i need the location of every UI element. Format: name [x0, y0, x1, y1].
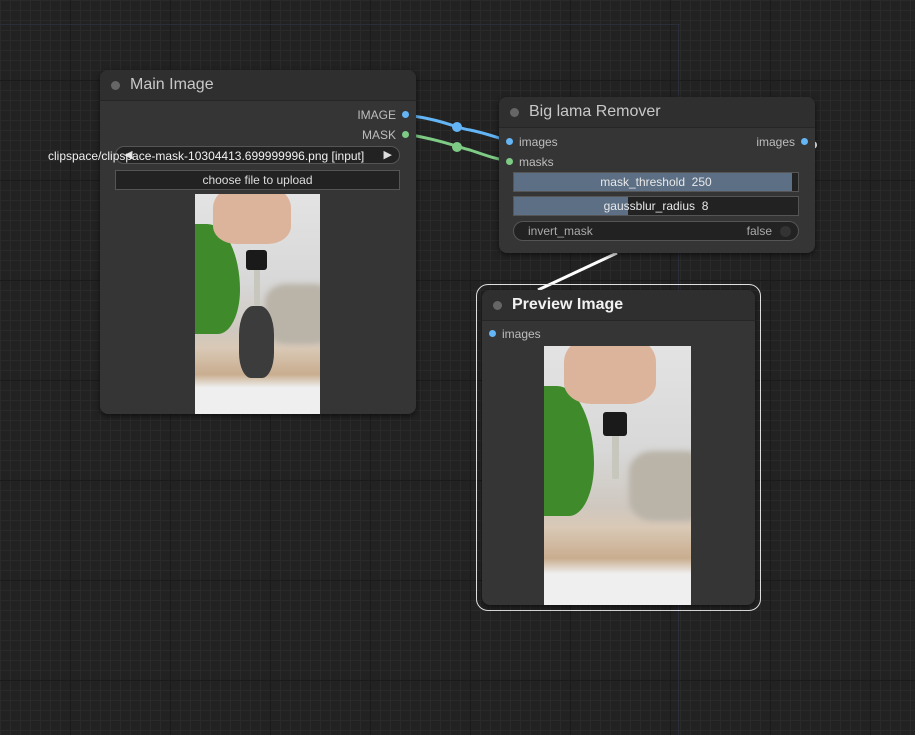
mask-link-midpoint — [452, 142, 462, 152]
collapse-dot-icon[interactable] — [493, 301, 502, 310]
big-lama-title-bar[interactable]: Big lama Remover — [499, 97, 815, 128]
preview-output-image — [544, 346, 691, 605]
input-images-port[interactable] — [506, 138, 513, 145]
collapse-dot-icon[interactable] — [111, 81, 120, 90]
upload-button[interactable]: choose file to upload — [115, 170, 400, 190]
node-title: Preview Image — [512, 296, 624, 313]
gaussblur-radius-label: gaussblur_radius — [603, 199, 696, 213]
collapse-dot-icon[interactable] — [510, 108, 519, 117]
mask-link — [405, 132, 510, 163]
node-title: Big lama Remover — [529, 103, 661, 120]
combo-right-arrow-icon[interactable]: ▶ — [384, 148, 392, 161]
image-link — [405, 113, 510, 143]
big-lama-remover-node[interactable]: Big lama Remover images masks images mas… — [499, 97, 815, 253]
preview-title-bar[interactable]: Preview Image — [482, 290, 755, 321]
mask-threshold-slider[interactable]: mask_threshold 250 — [513, 172, 799, 192]
mask-overlay — [239, 306, 274, 378]
toggle-knob-icon — [780, 226, 791, 237]
mask-threshold-label: mask_threshold — [600, 175, 685, 189]
invert-mask-label: invert_mask — [528, 224, 593, 238]
node-title: Main Image — [130, 76, 214, 93]
file-select-value: clipspace/clipspace-mask-10304413.699999… — [48, 149, 365, 163]
input-images-label: images — [502, 327, 541, 341]
main-image-node[interactable]: Main Image IMAGE MASK ◀ ▶ clipspace/clip… — [48, 70, 416, 414]
input-images-label: images — [519, 135, 558, 149]
preview-image-node[interactable]: Preview Image images — [482, 290, 755, 605]
output-mask-port[interactable] — [402, 131, 409, 138]
output-images-label: images — [756, 135, 795, 149]
input-images-port[interactable] — [489, 330, 496, 337]
invert-mask-toggle[interactable]: invert_mask false — [513, 221, 799, 241]
output-images-port[interactable] — [801, 138, 808, 145]
main-image-preview — [195, 194, 320, 414]
input-masks-label: masks — [519, 155, 554, 169]
mask-threshold-value: 250 — [691, 175, 712, 189]
gaussblur-radius-value: 8 — [701, 199, 709, 213]
output-image-port[interactable] — [402, 111, 409, 118]
canvas-guide-horizontal — [0, 24, 680, 25]
image-link-midpoint — [452, 122, 462, 132]
output-mask-label: MASK — [361, 128, 396, 142]
gaussblur-radius-slider[interactable]: gaussblur_radius 8 — [513, 196, 799, 216]
main-image-title-bar[interactable]: Main Image — [100, 70, 416, 101]
invert-mask-value: false — [746, 224, 772, 238]
output-image-label: IMAGE — [357, 108, 396, 122]
input-masks-port[interactable] — [506, 158, 513, 165]
